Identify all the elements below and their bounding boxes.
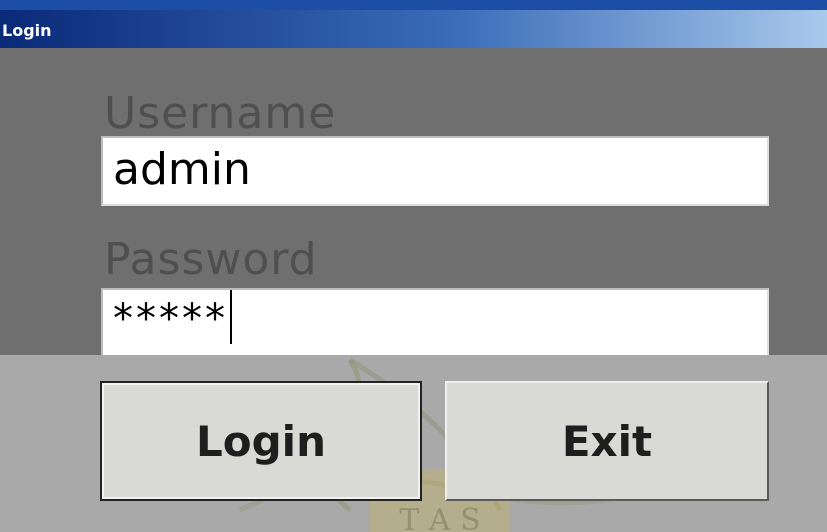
username-label: Username bbox=[104, 88, 337, 139]
exit-button[interactable]: Exit bbox=[445, 381, 769, 501]
password-field[interactable]: ***** bbox=[101, 288, 769, 358]
login-button-label: Login bbox=[196, 416, 326, 466]
login-window: Login Username admin Password ***** T A … bbox=[0, 0, 827, 532]
window-title: Login bbox=[2, 21, 52, 40]
password-label: Password bbox=[104, 234, 318, 285]
password-value: ***** bbox=[113, 296, 228, 342]
username-value: admin bbox=[113, 144, 251, 195]
username-field[interactable]: admin bbox=[101, 136, 769, 206]
login-button[interactable]: Login bbox=[100, 381, 422, 501]
title-bar[interactable]: Login bbox=[0, 0, 827, 48]
text-caret bbox=[230, 290, 232, 344]
exit-button-label: Exit bbox=[561, 416, 653, 466]
